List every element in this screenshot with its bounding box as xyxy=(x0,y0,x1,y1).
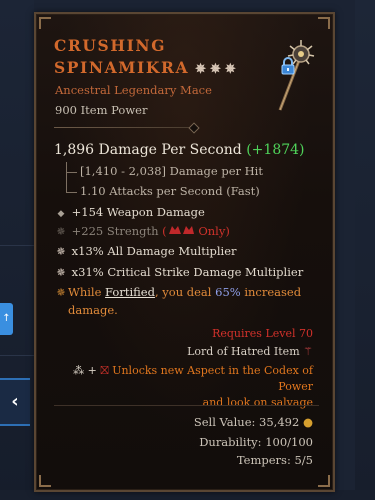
item-name-line2-text: SPINAMIKRA xyxy=(54,58,190,77)
tree-connector xyxy=(66,172,77,193)
lock-icon[interactable] xyxy=(280,56,296,76)
background-divider xyxy=(0,245,34,246)
section-divider xyxy=(54,405,319,406)
codex-line2: and look on salvage xyxy=(202,396,313,409)
divider-ornament xyxy=(188,122,200,134)
durability: Durability: 100/100 xyxy=(199,435,313,449)
background-blue-button[interactable]: ↑ xyxy=(0,303,13,335)
aspect-text: While xyxy=(68,285,106,299)
fortified-keyword-link[interactable]: Fortified xyxy=(105,285,155,299)
barbarian-class-icon xyxy=(168,226,194,234)
affix-text: x31% Critical Strike Damage Multiplier xyxy=(71,265,304,279)
item-name-line2: SPINAMIKRA ✵✵✵ xyxy=(54,57,240,81)
affix-strength: ✵ +225 Strength ( Only) xyxy=(54,224,230,238)
dps-value: 1,896 Damage Per Second xyxy=(54,142,242,158)
lord-of-hatred-label: Lord of Hatred Item ⚚ xyxy=(187,345,313,358)
codex-icon: ⛝ xyxy=(100,364,109,377)
section-divider xyxy=(54,122,200,134)
star-bullet-icon: ✵ xyxy=(56,245,66,258)
codex-line1: Unlocks new Aspect in the Codex of Power xyxy=(112,364,313,393)
dps-change: (+1874) xyxy=(246,142,305,158)
background-divider xyxy=(0,355,34,356)
attacks-per-second: 1.10 Attacks per Second (Fast) xyxy=(80,184,260,198)
salvage-icon: ⁂ + xyxy=(73,364,101,377)
class-restriction: ( Only) xyxy=(162,224,230,238)
diamond-bullet-icon: ◆ xyxy=(57,209,65,219)
frame-corner xyxy=(39,475,51,487)
aspect-value: 65% xyxy=(215,285,241,299)
codex-of-power-note: ⁂ + ⛝ Unlocks new Aspect in the Codex of… xyxy=(63,363,313,411)
affix-text: +154 Weapon Damage xyxy=(71,205,205,219)
item-name-line1: CRUSHING xyxy=(54,36,167,55)
tempers: Tempers: 5/5 xyxy=(236,453,313,467)
frame-corner xyxy=(318,17,330,29)
legendary-aspect: ✵ While Fortified, you deal 65% increased xyxy=(54,285,301,299)
star-bullet-icon: ✵ xyxy=(56,266,66,279)
affix-damage-multiplier: ✵ x13% All Damage Multiplier xyxy=(54,244,237,258)
collapse-arrow-button[interactable]: ‹ xyxy=(0,378,30,426)
item-power: 900 Item Power xyxy=(55,103,148,117)
item-subtype: Ancestral Legendary Mace xyxy=(55,83,212,97)
affix-crit-multiplier: ✵ x31% Critical Strike Damage Multiplier xyxy=(54,265,303,279)
restriction-label: Only xyxy=(198,224,226,238)
star-bullet-icon: ✵ xyxy=(56,225,66,238)
quality-stars-icon: ✵✵✵ xyxy=(195,62,240,77)
gold-coin-icon: ● xyxy=(302,415,313,429)
item-name: CRUSHING SPINAMIKRA ✵✵✵ xyxy=(54,35,240,81)
damage-per-hit: [1,410 - 2,038] Damage per Hit xyxy=(80,164,263,178)
legendary-aspect-line2: damage. xyxy=(68,303,118,317)
affix-text: +225 Strength xyxy=(71,224,159,238)
item-tooltip: CRUSHING SPINAMIKRA ✵✵✵ Ancestral Legenda… xyxy=(34,12,335,492)
frame-corner xyxy=(318,475,330,487)
aspect-bullet-icon: ✵ xyxy=(56,286,66,299)
damage-per-second: 1,896 Damage Per Second (+1874) xyxy=(54,142,305,158)
expansion-icon: ⚚ xyxy=(303,345,313,358)
affix-weapon-damage: ◆ +154 Weapon Damage xyxy=(54,205,205,219)
sell-value: Sell Value: 35,492 ● xyxy=(194,415,313,429)
affix-text: x13% All Damage Multiplier xyxy=(71,244,237,258)
aspect-text: , you deal xyxy=(154,285,216,299)
requires-level: Requires Level 70 xyxy=(212,327,313,340)
sell-value-text: Sell Value: 35,492 xyxy=(193,415,300,429)
frame-corner xyxy=(39,17,51,29)
background-panel-right xyxy=(355,0,375,500)
lord-item-text: Lord of Hatred Item xyxy=(187,345,300,358)
aspect-text: increased xyxy=(240,285,302,299)
